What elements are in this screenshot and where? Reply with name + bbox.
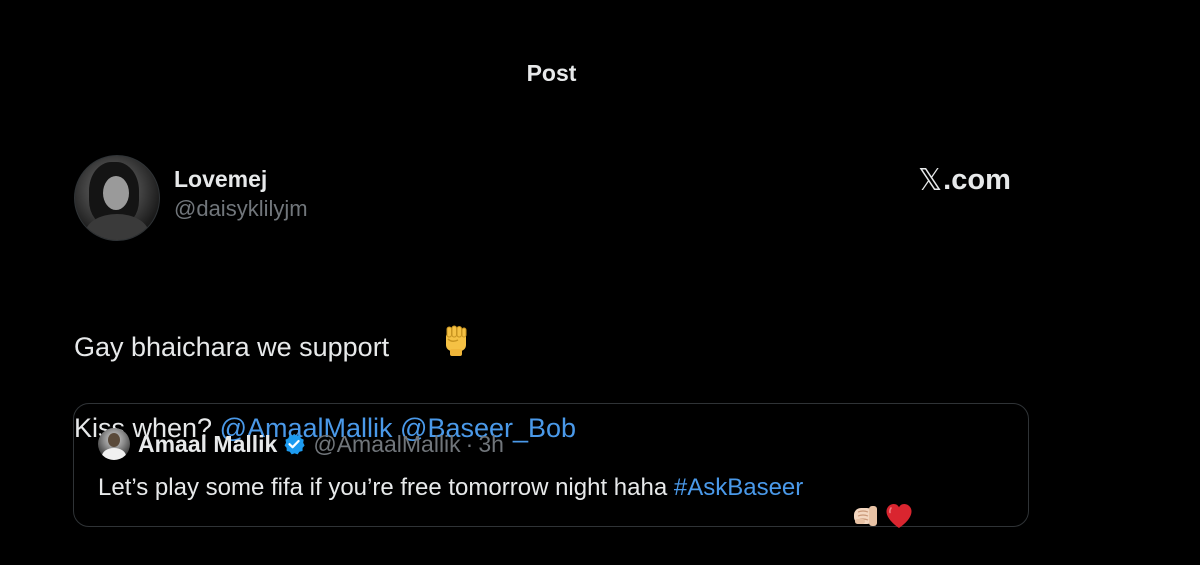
brand-label: .com	[943, 164, 1011, 196]
red-heart-icon	[845, 475, 912, 528]
verified-badge-icon	[283, 433, 305, 455]
hashtag-link[interactable]: #AskBaseer	[674, 474, 803, 502]
quoted-author-name[interactable]: Amaal Mallik	[138, 431, 277, 458]
raised-fist-icon	[397, 285, 470, 408]
quoted-post-card[interactable]: Amaal Mallik @AmaalMallik · 3h Let’s pla…	[73, 403, 1029, 528]
x-com-watermark: 𝕏 .com	[918, 163, 1011, 198]
author-handle[interactable]: @daisyklilyjm	[174, 194, 308, 224]
author-avatar[interactable]	[74, 155, 160, 241]
quoted-author-handle[interactable]: @AmaalMallik	[313, 431, 460, 458]
post-author[interactable]: Lovemej @daisyklilyjm	[74, 155, 308, 241]
x-logo-icon: 𝕏	[918, 164, 943, 197]
quoted-post-body: Let’s play some fifa if you’re free tomo…	[98, 474, 674, 501]
quoted-post-text: Let’s play some fifa if you’re free tomo…	[98, 474, 912, 528]
author-display-name[interactable]: Lovemej	[174, 164, 308, 194]
page-title: Post	[526, 60, 577, 86]
post-text-line-1: Gay bhaichara we support	[74, 331, 390, 362]
fist-bump-icon	[811, 474, 878, 526]
quoted-author-avatar[interactable]	[98, 428, 130, 460]
quoted-post-timestamp[interactable]: 3h	[478, 431, 504, 458]
separator-dot: ·	[465, 430, 474, 457]
